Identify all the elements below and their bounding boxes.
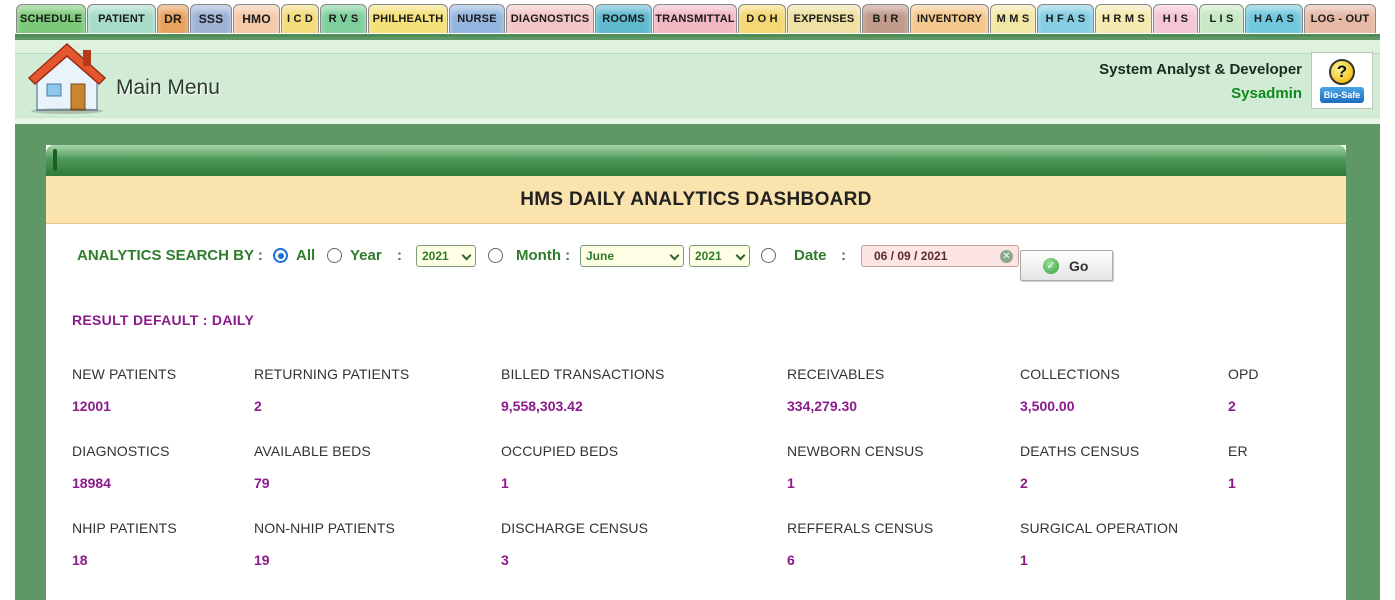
chevron-down-icon: [461, 250, 472, 261]
module-tab-bar: SCHEDULE PATIENT DR SSS HMO I C D R V S …: [15, 0, 1380, 37]
metric-label: DIAGNOSTICS: [72, 443, 170, 459]
tab-philhealth[interactable]: PHILHEALTH: [368, 4, 448, 33]
go-button[interactable]: ✓ Go: [1020, 250, 1113, 281]
metric-label: NEWBORN CENSUS: [787, 443, 924, 459]
tab-nurse[interactable]: NURSE: [449, 4, 505, 33]
year-select[interactable]: 2021: [416, 245, 476, 267]
metric-label: ER: [1228, 443, 1248, 459]
metric-label: DEATHS CENSUS: [1020, 443, 1140, 459]
metric-label: RECEIVABLES: [787, 366, 885, 382]
metric-label: AVAILABLE BEDS: [254, 443, 371, 459]
metric-value: 2: [1228, 398, 1236, 414]
metric-label: BILLED TRANSACTIONS: [501, 366, 665, 382]
metric-label: NHIP PATIENTS: [72, 520, 177, 536]
tab-rooms[interactable]: ROOMS: [595, 4, 652, 33]
metric-label: REFFERALS CENSUS: [787, 520, 934, 536]
metric-value: 18: [72, 552, 88, 568]
metric-value: 1: [787, 475, 795, 491]
app-shell: SCHEDULE PATIENT DR SSS HMO I C D R V S …: [15, 0, 1380, 600]
tab-lis[interactable]: L I S: [1199, 4, 1244, 33]
tab-patient[interactable]: PATIENT: [87, 4, 156, 33]
metric-value: 12001: [72, 398, 111, 414]
tab-diagnostics[interactable]: DIAGNOSTICS: [506, 4, 594, 33]
month-select[interactable]: June: [580, 245, 684, 267]
tab-bir[interactable]: B I R: [862, 4, 909, 33]
metric-value: 2: [1020, 475, 1028, 491]
search-by-label: ANALYTICS SEARCH BY :: [77, 247, 263, 264]
radio-month[interactable]: [488, 248, 503, 263]
username: Sysadmin: [1231, 85, 1302, 102]
radio-year-label: Year: [350, 247, 382, 264]
go-button-label: Go: [1069, 258, 1089, 274]
metric-label: NON-NHIP PATIENTS: [254, 520, 395, 536]
metric-value: 6: [787, 552, 795, 568]
metric-label: COLLECTIONS: [1020, 366, 1120, 382]
chevron-down-icon: [735, 250, 746, 261]
tab-hrms[interactable]: H R M S: [1095, 4, 1152, 33]
tab-expenses[interactable]: EXPENSES: [787, 4, 861, 33]
metric-label: OCCUPIED BEDS: [501, 443, 619, 459]
date-input-value: 06 / 09 / 2021: [874, 249, 948, 263]
radio-all-label: All: [296, 247, 316, 264]
radio-date[interactable]: [761, 248, 776, 263]
metric-value: 19: [254, 552, 270, 568]
metric-label: OPD: [1228, 366, 1259, 382]
tab-hmo[interactable]: HMO: [233, 4, 280, 33]
tab-dr[interactable]: DR: [157, 4, 189, 33]
page-title: Main Menu: [116, 76, 220, 99]
metric-value: 18984: [72, 475, 111, 491]
radio-year[interactable]: [327, 248, 342, 263]
metric-value: 1: [1020, 552, 1028, 568]
tab-sss[interactable]: SSS: [190, 4, 232, 33]
date-colon: :: [841, 247, 846, 264]
check-icon: ✓: [1043, 258, 1059, 274]
dashboard-title: HMS DAILY ANALYTICS DASHBOARD: [46, 176, 1346, 224]
radio-all[interactable]: [273, 248, 288, 263]
tab-logout[interactable]: LOG - OUT: [1304, 4, 1376, 33]
tab-rvs[interactable]: R V S: [320, 4, 367, 33]
clear-icon[interactable]: ✕: [1000, 250, 1013, 263]
month-select-value: June: [586, 249, 615, 263]
tab-transmittal[interactable]: TRANSMITTAL: [653, 4, 737, 33]
user-role: System Analyst & Developer: [1099, 61, 1302, 78]
date-input[interactable]: 06 / 09 / 2021 ✕: [861, 245, 1019, 267]
metric-label: SURGICAL OPERATION: [1020, 520, 1179, 536]
metric-value: 1: [501, 475, 509, 491]
result-default-label: RESULT DEFAULT : DAILY: [72, 312, 255, 328]
metric-value: 79: [254, 475, 270, 491]
metric-label: RETURNING PATIENTS: [254, 366, 410, 382]
tab-haas[interactable]: H A A S: [1245, 4, 1303, 33]
tab-hfas[interactable]: H F A S: [1037, 4, 1094, 33]
header: Main Menu System Analyst & Developer Sys…: [15, 40, 1380, 124]
dashboard-panel: HMS DAILY ANALYTICS DASHBOARD ANALYTICS …: [46, 145, 1346, 600]
metric-value: 2: [254, 398, 262, 414]
metric-value: 9,558,303.42: [501, 398, 583, 414]
metric-label: NEW PATIENTS: [72, 366, 177, 382]
month-year-select[interactable]: 2021: [689, 245, 750, 267]
radio-month-label: Month :: [516, 247, 571, 264]
year-colon: :: [397, 247, 402, 264]
radio-date-label: Date: [794, 247, 827, 264]
month-year-select-value: 2021: [695, 249, 722, 263]
year-select-value: 2021: [422, 249, 449, 263]
tab-doh[interactable]: D O H: [738, 4, 786, 33]
tab-inventory[interactable]: INVENTORY: [910, 4, 989, 33]
analytics-search-row: ANALYTICS SEARCH BY : All Year : 2021 Mo…: [46, 242, 1346, 282]
home-icon[interactable]: [27, 40, 107, 114]
help-icon: ?: [1329, 58, 1355, 85]
metric-label: DISCHARGE CENSUS: [501, 520, 649, 536]
help-button[interactable]: ? Bio-Safe: [1311, 52, 1373, 109]
help-tag: Bio-Safe: [1320, 86, 1364, 103]
panel-top-bar: [46, 145, 1346, 176]
tab-mms[interactable]: M M S: [990, 4, 1036, 33]
chevron-down-icon: [669, 250, 680, 261]
metric-value: 3,500.00: [1020, 398, 1075, 414]
tab-schedule[interactable]: SCHEDULE: [16, 4, 86, 33]
tab-icd[interactable]: I C D: [281, 4, 319, 33]
tab-his[interactable]: H I S: [1153, 4, 1198, 33]
metric-value: 334,279.30: [787, 398, 858, 414]
metric-value: 1: [1228, 475, 1236, 491]
metric-value: 3: [501, 552, 509, 568]
